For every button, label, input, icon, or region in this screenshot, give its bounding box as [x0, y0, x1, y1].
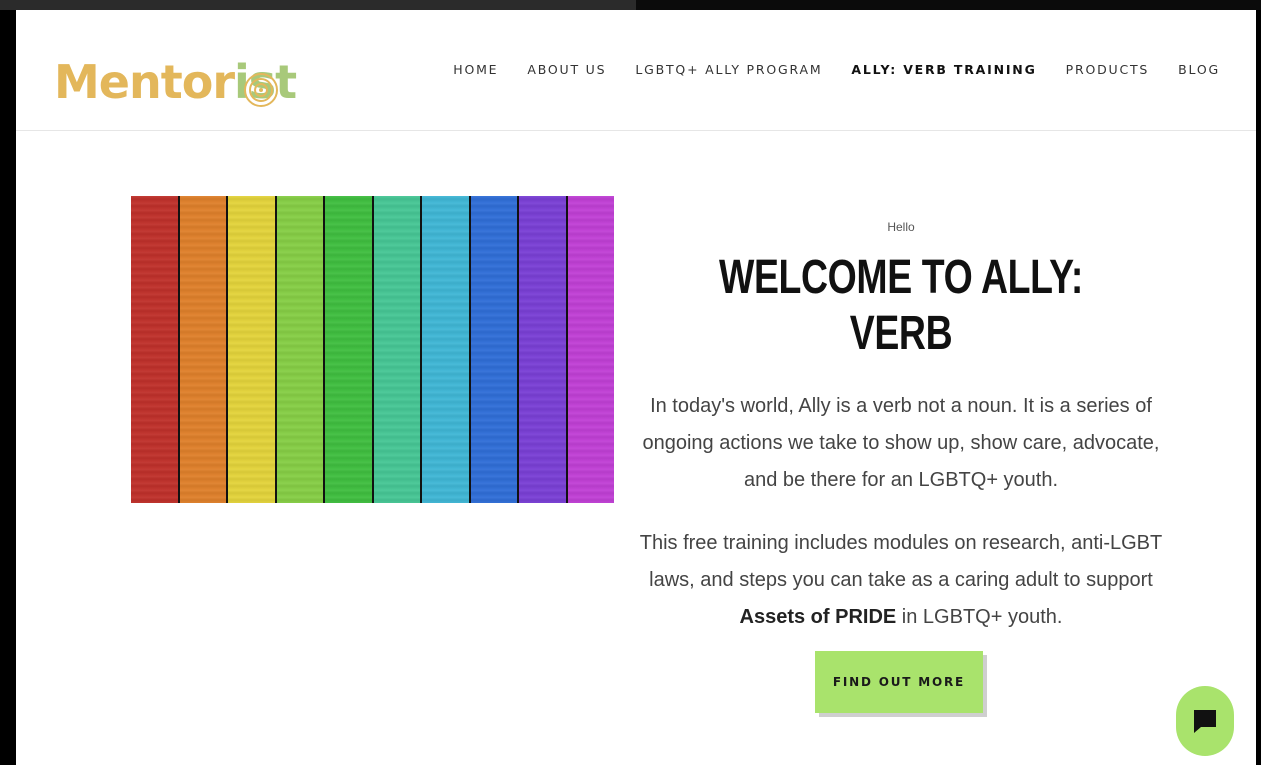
chat-bubble-icon: [1194, 710, 1216, 733]
paragraph-2-text-before: This free training includes modules on r…: [639, 532, 1163, 591]
hero-title: WELCOME TO ALLY: VERB: [719, 251, 1083, 360]
browser-edge-right: [636, 0, 1261, 10]
nav-products[interactable]: PRODUCTS: [1066, 62, 1150, 77]
rainbow-plank: [567, 196, 614, 503]
rainbow-plank: [325, 196, 372, 503]
nav-home[interactable]: HOME: [453, 62, 498, 77]
site-header: Mentorist HOME ABOUT US LGBTQ+ ALLY PROG…: [16, 10, 1256, 131]
hero-paragraph-2: This free training includes modules on r…: [636, 525, 1166, 636]
assets-of-pride-emphasis: Assets of PRIDE: [739, 606, 897, 628]
logo-text-mentor: Mentor: [54, 55, 235, 109]
main-nav: HOME ABOUT US LGBTQ+ ALLY PROGRAM ALLY: …: [424, 62, 1220, 77]
rainbow-plank: [519, 196, 566, 503]
rainbow-plank: [276, 196, 323, 503]
rainbow-plank: [422, 196, 469, 503]
rainbow-plank: [228, 196, 275, 503]
nav-about-us[interactable]: ABOUT US: [527, 62, 606, 77]
nav-lgbtq-ally-program[interactable]: LGBTQ+ ALLY PROGRAM: [635, 62, 822, 77]
browser-edge-left: [0, 0, 636, 10]
rainbow-plank: [179, 196, 226, 503]
hero-eyebrow: Hello: [887, 220, 915, 234]
find-out-more-button[interactable]: FIND OUT MORE: [815, 651, 983, 713]
nav-ally-verb-training[interactable]: ALLY: VERB TRAINING: [851, 62, 1036, 77]
rainbow-plank: [131, 196, 178, 503]
hero-paragraph-1: In today's world, Ally is a verb not a n…: [642, 395, 1160, 491]
rainbow-planks-image: [131, 196, 614, 503]
page: Mentorist HOME ABOUT US LGBTQ+ ALLY PROG…: [16, 10, 1256, 765]
logo-target-icon: [244, 73, 278, 107]
paragraph-2-text-after: in LGBTQ+ youth.: [896, 606, 1063, 628]
nav-blog[interactable]: BLOG: [1178, 62, 1220, 77]
chat-widget-button[interactable]: [1176, 686, 1234, 756]
site-logo[interactable]: Mentorist: [54, 52, 297, 112]
rainbow-plank: [470, 196, 517, 503]
hero-text: Hello WELCOME TO ALLY: VERB In today's w…: [636, 220, 1166, 636]
rainbow-plank: [373, 196, 420, 503]
